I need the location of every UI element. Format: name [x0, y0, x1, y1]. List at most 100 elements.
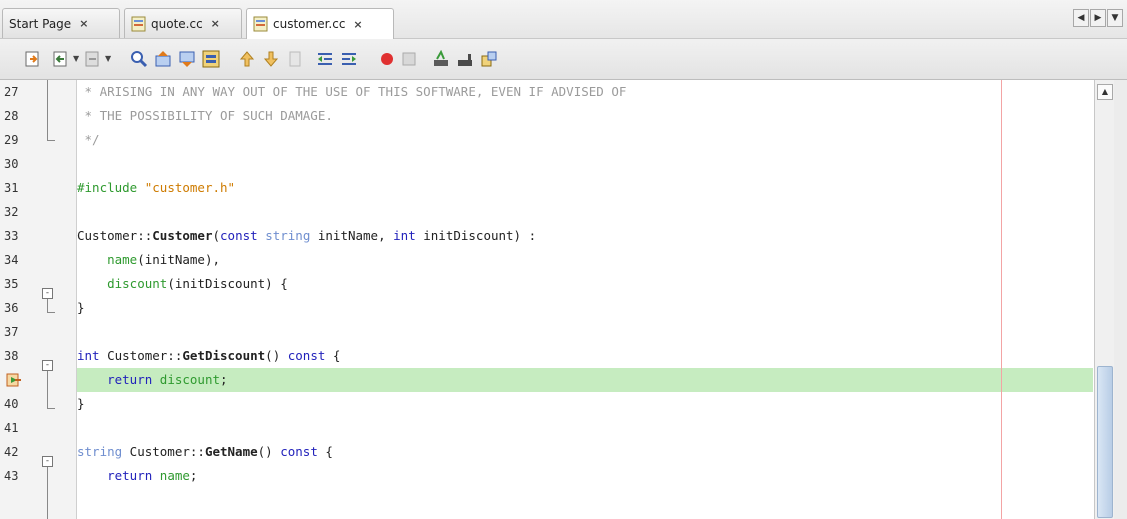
code-token: Customer::	[122, 444, 205, 459]
code-token: }	[77, 300, 85, 315]
shift-left-icon[interactable]	[316, 50, 334, 68]
fold-toggle-icon[interactable]: -	[42, 456, 53, 467]
close-icon[interactable]: ×	[211, 17, 220, 30]
comment-text: */	[77, 132, 100, 147]
code-token: (	[212, 228, 221, 243]
tab-customer-cc[interactable]: customer.cc ×	[246, 8, 394, 39]
vertical-scrollbar[interactable]: ▲	[1094, 80, 1114, 519]
fold-guide	[47, 467, 48, 519]
code-token: ;	[220, 372, 228, 387]
keyword: int	[393, 228, 416, 243]
chevron-down-icon[interactable]: ▼	[73, 54, 79, 63]
type-name: string	[265, 228, 311, 243]
keyword: int	[77, 348, 100, 363]
line-number: 40	[4, 397, 19, 411]
code-line: }	[77, 296, 1093, 320]
comment-icon[interactable]	[432, 50, 450, 68]
keyword: const	[287, 348, 326, 363]
line-number: 30	[4, 157, 19, 171]
code-line: * ARISING IN ANY WAY OUT OF THE USE OF T…	[77, 80, 1093, 104]
fold-guide-end	[47, 140, 55, 141]
member-name: discount	[159, 372, 221, 387]
line-number: 33	[4, 229, 19, 243]
code-line: discount(initDiscount) {	[77, 272, 1093, 296]
tab-label: quote.cc	[151, 16, 203, 31]
code-token: {	[317, 444, 333, 459]
code-line: name(initName),	[77, 248, 1093, 272]
line-number: 27	[4, 85, 19, 99]
line-number-gutter: 27 28 29 30 31 32 33 34 35 36 37 38 40 4…	[0, 80, 77, 519]
close-icon[interactable]: ×	[79, 17, 88, 30]
next-bookmark-icon[interactable]	[262, 50, 280, 68]
scrollbar-thumb[interactable]	[1097, 366, 1113, 518]
code-line: int Customer::GetDiscount() const {	[77, 344, 1093, 368]
tab-quote-cc[interactable]: quote.cc ×	[124, 8, 242, 38]
back-icon[interactable]	[52, 50, 70, 68]
fold-guide	[47, 80, 48, 140]
code-line: string Customer::GetName() const {	[77, 440, 1093, 464]
line-number: 35	[4, 277, 19, 291]
toggle-bookmark-icon[interactable]	[286, 50, 304, 68]
member-name: discount	[107, 276, 168, 291]
shift-right-icon[interactable]	[340, 50, 358, 68]
comment-text: * THE POSSIBILITY OF SUCH DAMAGE.	[77, 108, 333, 123]
scroll-tabs-right-button[interactable]: ▶	[1090, 9, 1106, 27]
cc-file-icon	[131, 16, 146, 31]
tab-label: customer.cc	[273, 17, 346, 31]
right-margin-guide	[1001, 80, 1002, 519]
code-editor[interactable]: * ARISING IN ANY WAY OUT OF THE USE OF T…	[77, 80, 1093, 519]
code-line: }	[77, 392, 1093, 416]
scroll-up-button[interactable]: ▲	[1097, 84, 1113, 100]
line-number: 31	[4, 181, 19, 195]
code-line: */	[77, 128, 1093, 152]
keyword: const	[280, 444, 318, 459]
tab-start-page[interactable]: Start Page ×	[2, 8, 120, 38]
fold-toggle-icon[interactable]: -	[42, 360, 53, 371]
line-number: 41	[4, 421, 19, 435]
chevron-down-icon[interactable]: ▼	[105, 54, 111, 63]
code-token: Customer::	[77, 228, 153, 243]
line-number: 37	[4, 325, 19, 339]
code-token: initName,	[310, 228, 394, 243]
code-token: ()	[265, 348, 288, 363]
code-token: {	[325, 348, 341, 363]
line-number: 29	[4, 133, 19, 147]
current-line-highlight: return discount;	[77, 368, 1093, 392]
line-number: 28	[4, 109, 19, 123]
code-token: initDiscount) :	[415, 228, 537, 243]
fold-guide-end	[47, 312, 55, 313]
close-icon[interactable]: ×	[353, 18, 362, 31]
diff-icon[interactable]	[480, 50, 498, 68]
start-macro-icon[interactable]	[378, 50, 396, 68]
type-name: string	[77, 444, 123, 459]
tab-list-menu-button[interactable]: ▼	[1107, 9, 1123, 27]
code-line: return name;	[77, 464, 1093, 488]
scroll-tabs-left-button[interactable]: ◀	[1073, 9, 1089, 27]
find-next-icon[interactable]	[178, 50, 196, 68]
code-token: Customer::	[99, 348, 183, 363]
keyword: return	[107, 372, 153, 387]
line-number: 32	[4, 205, 19, 219]
uncomment-icon[interactable]	[456, 50, 474, 68]
code-token: ()	[257, 444, 281, 459]
program-counter-icon	[6, 373, 21, 387]
stop-macro-icon[interactable]	[400, 50, 418, 68]
find-selection-icon[interactable]	[130, 50, 148, 68]
previous-bookmark-icon[interactable]	[238, 50, 256, 68]
code-token: GetName	[204, 444, 258, 459]
editor-toolbar: ▼ ▼	[0, 39, 1127, 80]
tab-navigation: ◀ ▶ ▼	[1073, 9, 1123, 27]
fold-guide-end	[47, 408, 55, 409]
code-token: Customer	[152, 228, 213, 243]
code-token: (initName),	[137, 252, 221, 267]
find-previous-icon[interactable]	[154, 50, 172, 68]
line-number: 42	[4, 445, 19, 459]
fold-toggle-icon[interactable]: -	[42, 288, 53, 299]
code-token: }	[77, 396, 85, 411]
code-line: Customer::Customer(const string initName…	[77, 224, 1093, 248]
last-edit-icon[interactable]	[24, 50, 42, 68]
toggle-highlight-icon[interactable]	[202, 50, 220, 68]
forward-icon[interactable]	[84, 50, 102, 68]
code-token: ;	[189, 468, 198, 483]
